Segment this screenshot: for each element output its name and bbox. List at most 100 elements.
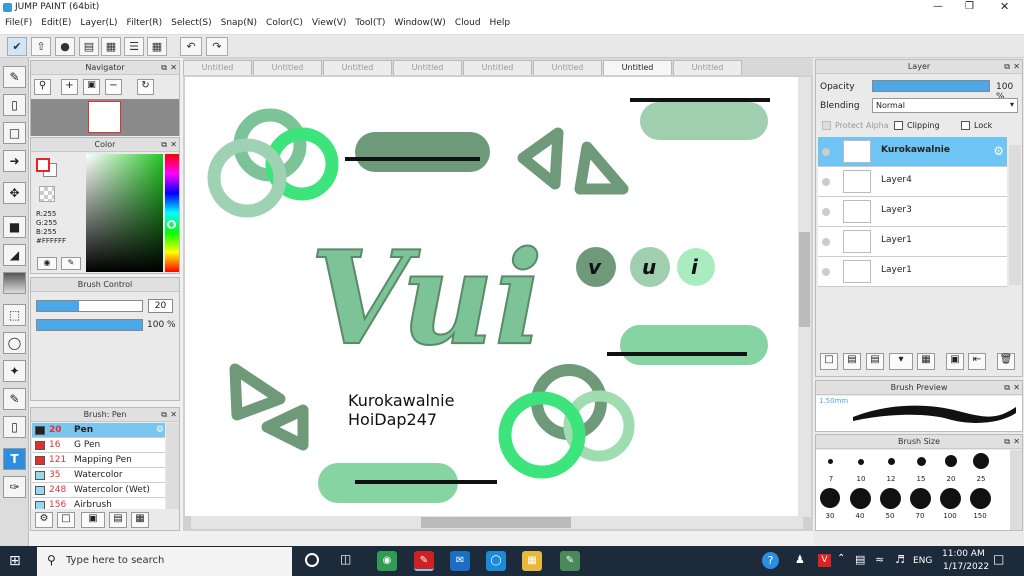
protect-alpha-checkbox[interactable]	[822, 121, 831, 130]
chrome-icon[interactable]: ◉	[377, 551, 397, 571]
new-layer-icon[interactable]: □	[820, 353, 838, 370]
eraser-tool-icon[interactable]: ▯	[3, 94, 26, 116]
close-icon[interactable]: ✕	[170, 138, 177, 151]
layer-menu-icon[interactable]: ▾	[889, 353, 913, 370]
paint-app-icon[interactable]: ✎	[560, 551, 580, 571]
layer-item-kurokawalnie[interactable]: Kurokawalnie ⚙	[818, 137, 1007, 167]
close-icon[interactable]: ✕	[1013, 381, 1020, 394]
eyedrop-icon[interactable]: ✎	[61, 257, 81, 270]
new-layer-3-icon[interactable]: ▤	[866, 353, 884, 370]
close-icon[interactable]: ✕	[1000, 0, 1009, 13]
menu-layer[interactable]: Layer(L)	[75, 16, 121, 28]
tab-untitled[interactable]: Untitled	[253, 60, 322, 75]
undo-icon[interactable]: ↶	[180, 37, 202, 56]
menu-filter[interactable]: Filter(R)	[122, 16, 167, 28]
hue-slider[interactable]	[165, 154, 179, 272]
brush-item-mapping-pen[interactable]: 121 Mapping Pen	[32, 453, 165, 468]
rectangle-tool-icon[interactable]: □	[3, 122, 26, 144]
eyedropper-tool-icon[interactable]: ✑	[3, 476, 26, 498]
clipping-checkbox[interactable]	[894, 121, 903, 130]
primary-color-swatch[interactable]	[36, 158, 50, 172]
gear-icon[interactable]: ⚙	[156, 423, 164, 437]
brush-item-airbrush[interactable]: 156 Airbrush	[32, 498, 165, 509]
wifi-icon[interactable]: ≈	[875, 553, 884, 566]
brush-size-value[interactable]: 20	[148, 299, 173, 313]
blending-select[interactable]: Normal ▾	[872, 98, 1018, 113]
brush-opacity-slider[interactable]	[36, 319, 143, 331]
brush-list-scrollbar[interactable]	[166, 423, 179, 509]
layer-item-layer3[interactable]: Layer3	[818, 197, 1007, 227]
popout-icon[interactable]: ⧉	[1004, 435, 1010, 448]
line-tool-icon[interactable]: ➜	[3, 150, 26, 172]
select-rect-tool-icon[interactable]: ⬚	[3, 304, 26, 326]
windows-start-icon[interactable]: ⊞	[9, 553, 25, 569]
menu-window[interactable]: Window(W)	[389, 16, 449, 28]
cortana-icon[interactable]	[305, 553, 319, 567]
new-layer-2-icon[interactable]: ▤	[843, 353, 861, 370]
chevron-up-icon[interactable]: ⌃	[837, 553, 845, 564]
text-tool-icon[interactable]: T	[3, 448, 26, 470]
saturation-value-picker[interactable]	[86, 154, 163, 272]
antivirus-icon[interactable]: V	[818, 554, 831, 567]
visibility-icon[interactable]	[822, 148, 830, 156]
gear-icon[interactable]: ⚙	[993, 144, 1004, 158]
layer-item-layer1[interactable]: Layer1	[818, 227, 1007, 257]
menu-tool[interactable]: Tool(T)	[350, 16, 389, 28]
hue-handle[interactable]	[167, 220, 176, 229]
popout-icon[interactable]: ⧉	[161, 61, 167, 74]
visibility-icon[interactable]	[822, 268, 830, 276]
scroll-thumb[interactable]	[421, 517, 571, 528]
comment-icon[interactable]: ●	[55, 37, 75, 56]
layer-item-layer4[interactable]: Layer4	[818, 167, 1007, 197]
brush-add-icon[interactable]: ⚙	[35, 512, 53, 528]
size-dot[interactable]	[917, 457, 926, 466]
brush-new-icon[interactable]: □	[57, 512, 75, 528]
menu-edit[interactable]: Edit(E)	[36, 16, 75, 28]
menu-file[interactable]: File(F)	[0, 16, 36, 28]
edge-icon[interactable]: ◯	[486, 551, 506, 571]
magic-wand-tool-icon[interactable]: ✦	[3, 360, 26, 382]
close-icon[interactable]: ✕	[1013, 435, 1020, 448]
size-dot[interactable]	[880, 488, 901, 509]
document-icon[interactable]: ▦	[101, 37, 121, 56]
visibility-icon[interactable]	[822, 208, 830, 216]
tab-untitled-active[interactable]: Untitled	[603, 60, 672, 75]
canvas-vertical-scrollbar[interactable]	[798, 77, 811, 517]
scroll-thumb[interactable]	[799, 232, 810, 327]
duplicate-icon[interactable]: ▣	[946, 353, 964, 370]
help-icon[interactable]: ?	[762, 552, 779, 569]
transparent-swatch[interactable]	[39, 186, 55, 202]
fill-rect-tool-icon[interactable]: ■	[3, 216, 26, 238]
zoom-out-icon[interactable]: −	[105, 79, 122, 95]
popout-icon[interactable]: ⧉	[161, 138, 167, 151]
gradient-tool-icon[interactable]	[3, 272, 26, 294]
brush-size-slider[interactable]	[36, 300, 143, 312]
close-icon[interactable]: ✕	[170, 61, 177, 74]
canvas-horizontal-scrollbar[interactable]	[191, 516, 803, 529]
lasso-tool-icon[interactable]: ◯	[3, 332, 26, 354]
merge-icon[interactable]: ⇤	[968, 353, 986, 370]
size-dot[interactable]	[945, 455, 957, 467]
language-indicator[interactable]: ENG	[913, 556, 932, 566]
menu-select[interactable]: Select(S)	[166, 16, 216, 28]
delete-layer-icon[interactable]: 🗑	[997, 353, 1015, 370]
clock-time[interactable]: 11:00 AM	[942, 549, 985, 559]
size-dot[interactable]	[858, 459, 864, 465]
task-view-icon[interactable]: ◫	[340, 552, 351, 566]
redo-icon[interactable]: ↷	[206, 37, 228, 56]
taskbar-search[interactable]: ⚲ Type here to search	[37, 547, 292, 576]
brush-item-watercolor-wet[interactable]: 248 Watercolor (Wet)	[32, 483, 165, 498]
brush-folder-icon[interactable]: ▦	[131, 512, 149, 528]
tab-untitled[interactable]: Untitled	[323, 60, 392, 75]
clock-date[interactable]: 1/17/2022	[943, 562, 989, 572]
tab-untitled[interactable]: Untitled	[183, 60, 252, 75]
brush-item-pen[interactable]: 20 Pen ⚙	[32, 423, 165, 438]
cloud-save-icon[interactable]: ✔	[7, 37, 27, 56]
maximize-icon[interactable]: ❐	[965, 1, 974, 12]
rotate-icon[interactable]: ↻	[137, 79, 154, 95]
popout-icon[interactable]: ⧉	[161, 408, 167, 421]
message-icon[interactable]: ▤	[79, 37, 99, 56]
drawing-canvas[interactable]: Vui v u i Kurokawalnie HoiDap247	[185, 77, 798, 516]
notification-icon[interactable]: □	[993, 552, 1004, 566]
size-dot[interactable]	[940, 488, 961, 509]
